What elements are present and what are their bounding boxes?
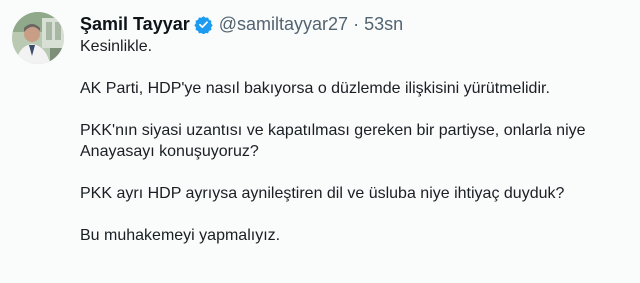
tweet-line: PKK ayrı HDP ayrıysa aynileştiren dil ve…	[80, 185, 565, 202]
verified-badge-icon	[194, 15, 213, 35]
tweet-line: Bu muhakemeyi yapmalıyız.	[80, 227, 281, 244]
avatar[interactable]	[12, 12, 64, 64]
tweet-line: PKK'nın siyasi uzantısı ve kapatılması g…	[80, 122, 586, 139]
tweet-card[interactable]: Şamil Tayyar @samiltayyar27 · 53sn Kesin…	[0, 0, 640, 283]
tweet-line: AK Parti, HDP'ye nasıl bakıyorsa o düzle…	[80, 80, 550, 97]
tweet-line: Anayasayı konuşuyoruz?	[80, 143, 259, 160]
tweet-text: Kesinlikle. AK Parti, HDP'ye nasıl bakıy…	[80, 36, 632, 246]
tweet-timestamp[interactable]: 53sn	[364, 13, 403, 35]
tweet-line: Kesinlikle.	[80, 38, 153, 55]
avatar-image	[12, 12, 64, 64]
tweet-header: Şamil Tayyar @samiltayyar27 · 53sn	[80, 12, 403, 36]
author-name[interactable]: Şamil Tayyar	[80, 13, 190, 35]
author-handle[interactable]: @samiltayyar27	[219, 13, 348, 35]
separator-dot: ·	[353, 14, 360, 34]
